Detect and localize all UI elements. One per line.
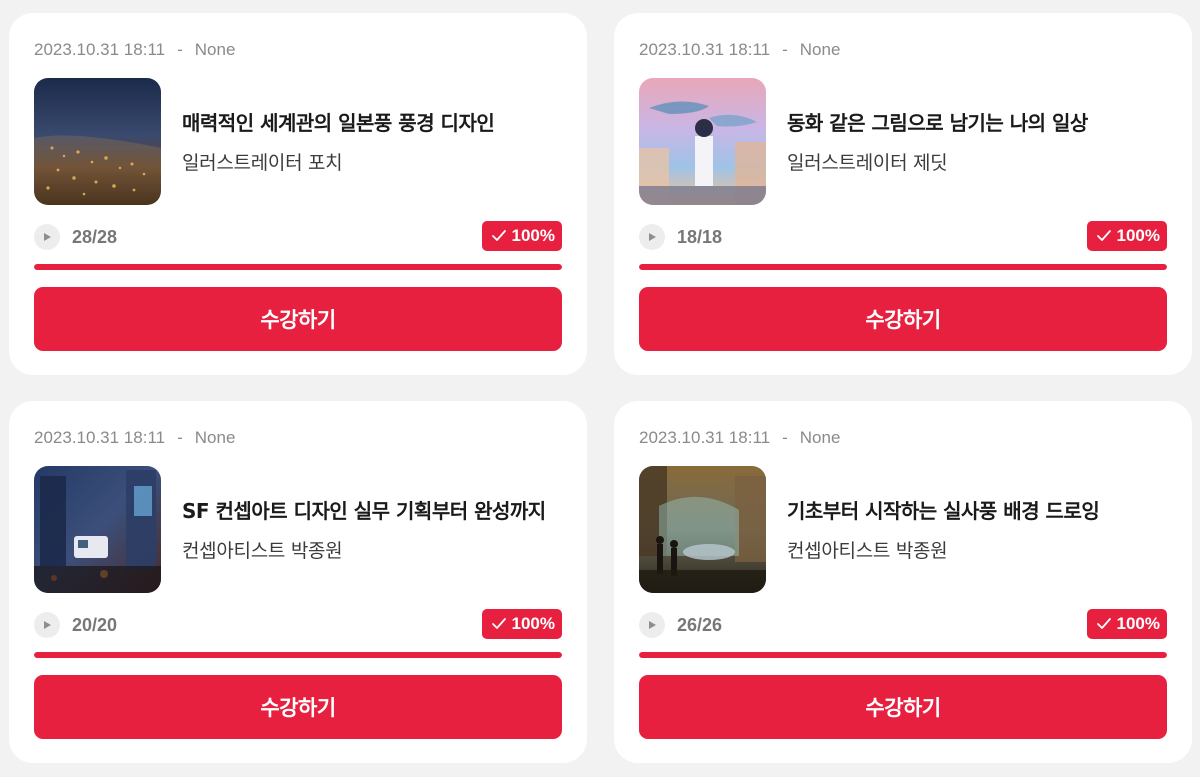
course-card: 2023.10.31 18:11- None 동화 같은 그림으로 남기는 나의 … — [614, 13, 1192, 375]
course-status: None — [799, 428, 841, 447]
progress-fill — [639, 652, 1167, 658]
completion-value: 100% — [1116, 226, 1160, 245]
course-meta: 2023.10.31 18:11- None — [34, 40, 235, 60]
course-title[interactable]: 동화 같은 그림으로 남기는 나의 일상 — [787, 109, 1167, 138]
lesson-count: 26/26 — [639, 612, 722, 638]
play-icon — [639, 224, 665, 250]
course-status: None — [194, 40, 236, 59]
course-title[interactable]: 기초부터 시작하는 실사풍 배경 드로잉 — [787, 497, 1167, 526]
start-course-button[interactable]: 수강하기 — [34, 287, 562, 351]
start-course-button[interactable]: 수강하기 — [639, 675, 1167, 739]
progress-bar — [639, 652, 1167, 658]
lesson-count-value: 26/26 — [677, 614, 723, 635]
meta-separator: - — [177, 40, 183, 59]
check-icon — [1096, 618, 1111, 629]
course-meta: 2023.10.31 18:11- None — [639, 40, 840, 60]
course-title[interactable]: 매력적인 세계관의 일본풍 풍경 디자인 — [182, 109, 562, 138]
course-card: 2023.10.31 18:11- None 매력적인 세계관의 일본풍 풍경 디… — [9, 13, 587, 375]
start-course-button[interactable]: 수강하기 — [639, 287, 1167, 351]
course-author: 일러스트레이터 제딧 — [787, 151, 948, 174]
completion-badge: 100% — [481, 609, 562, 639]
play-icon — [639, 612, 665, 638]
completion-value: 100% — [511, 226, 555, 245]
scifi-street-illustration-icon[interactable] — [34, 466, 161, 593]
meta-separator: - — [177, 428, 183, 447]
course-meta: 2023.10.31 18:11- None — [639, 428, 840, 448]
completion-badge: 100% — [481, 221, 562, 251]
meta-separator: - — [782, 428, 788, 447]
start-course-button[interactable]: 수강하기 — [34, 675, 562, 739]
course-card: 2023.10.31 18:11- None 기초부터 시작하는 실사풍 배경 드… — [614, 401, 1192, 763]
play-icon — [34, 612, 60, 638]
whale-sky-illustration-icon[interactable] — [639, 78, 766, 205]
course-date: 2023.10.31 18:11 — [639, 40, 771, 59]
course-date: 2023.10.31 18:11 — [34, 40, 166, 59]
course-info: 매력적인 세계관의 일본풍 풍경 디자인 일러스트레이터 포치 — [182, 78, 562, 205]
course-info: 기초부터 시작하는 실사풍 배경 드로잉 컨셉아티스트 박종원 — [787, 466, 1167, 593]
lesson-count-value: 20/20 — [72, 614, 118, 635]
lesson-count-value: 18/18 — [677, 226, 723, 247]
check-icon — [1096, 230, 1111, 241]
progress-fill — [34, 264, 562, 270]
course-status: None — [799, 40, 841, 59]
course-meta: 2023.10.31 18:11- None — [34, 428, 235, 448]
course-info: SF 컨셉아트 디자인 실무 기획부터 완성까지 컨셉아티스트 박종원 — [182, 466, 562, 593]
completion-badge: 100% — [1086, 221, 1167, 251]
check-icon — [491, 230, 506, 241]
course-card: 2023.10.31 18:11- None SF 컨셉아트 디자인 실무 기획부… — [9, 401, 587, 763]
progress-fill — [639, 264, 1167, 270]
course-title[interactable]: SF 컨셉아트 디자인 실무 기획부터 완성까지 — [182, 497, 562, 526]
completion-badge: 100% — [1086, 609, 1167, 639]
progress-bar — [34, 652, 562, 658]
night-city-illustration-icon[interactable] — [34, 78, 161, 205]
fantasy-plaza-illustration-icon[interactable] — [639, 466, 766, 593]
course-status: None — [194, 428, 236, 447]
check-icon — [491, 618, 506, 629]
lesson-count: 28/28 — [34, 224, 117, 250]
completion-value: 100% — [511, 614, 555, 633]
lesson-count: 20/20 — [34, 612, 117, 638]
progress-bar — [639, 264, 1167, 270]
course-date: 2023.10.31 18:11 — [34, 428, 166, 447]
completion-value: 100% — [1116, 614, 1160, 633]
course-author: 컨셉아티스트 박종원 — [182, 539, 343, 562]
lesson-count: 18/18 — [639, 224, 722, 250]
course-author: 컨셉아티스트 박종원 — [787, 539, 948, 562]
course-author: 일러스트레이터 포치 — [182, 151, 343, 174]
play-icon — [34, 224, 60, 250]
meta-separator: - — [782, 40, 788, 59]
course-date: 2023.10.31 18:11 — [639, 428, 771, 447]
lesson-count-value: 28/28 — [72, 226, 118, 247]
course-info: 동화 같은 그림으로 남기는 나의 일상 일러스트레이터 제딧 — [787, 78, 1167, 205]
progress-fill — [34, 652, 562, 658]
progress-bar — [34, 264, 562, 270]
